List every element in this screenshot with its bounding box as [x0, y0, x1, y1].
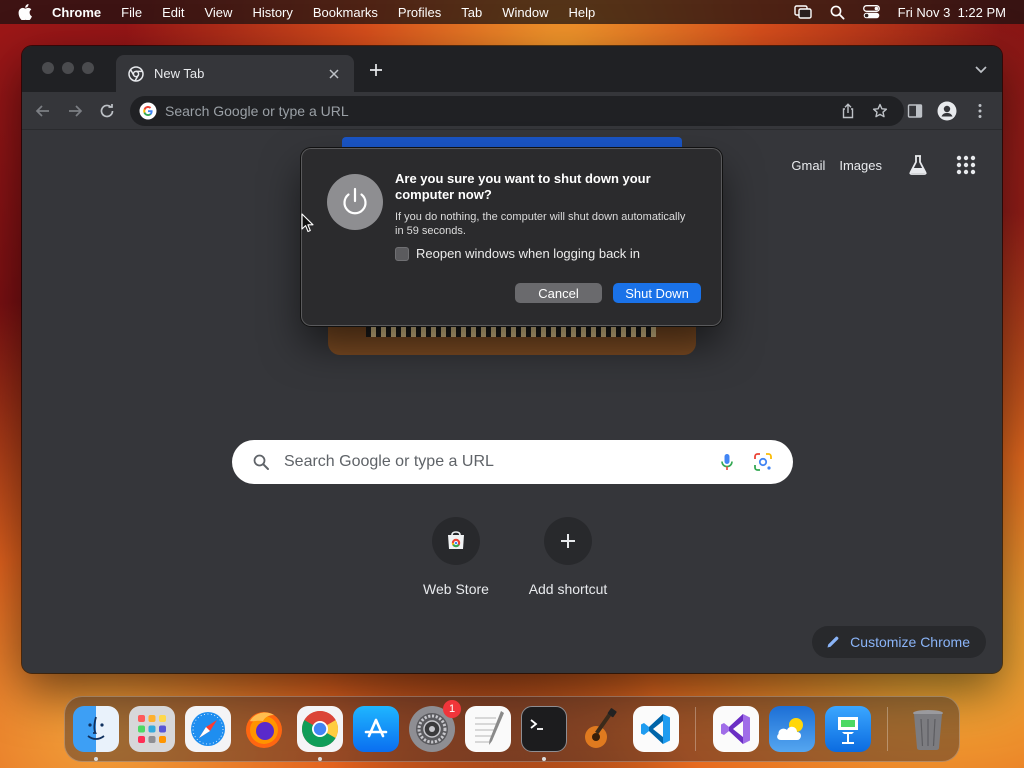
back-arrow-icon[interactable] [34, 102, 52, 120]
dock-firefox-icon[interactable] [241, 706, 287, 752]
omnibox-placeholder: Search Google or type a URL [165, 103, 349, 119]
chrome-menu-kebab-icon[interactable] [970, 101, 990, 121]
shut-down-button[interactable]: Shut Down [613, 283, 701, 303]
google-doodle-bottom[interactable] [328, 327, 696, 355]
settings-notification-badge: 1 [443, 700, 461, 718]
dock-finder-icon[interactable] [73, 706, 119, 752]
menu-file[interactable]: File [121, 5, 142, 20]
images-link[interactable]: Images [839, 158, 882, 173]
menu-bar: Chrome File Edit View History Bookmarks … [0, 0, 1024, 24]
tab-strip: New Tab [22, 46, 1002, 92]
screen-mirroring-icon[interactable] [793, 5, 812, 19]
shortcut-label: Add shortcut [528, 581, 608, 597]
customize-chrome-button[interactable]: Customize Chrome [812, 626, 986, 658]
menubar-clock[interactable]: Fri Nov 3 1:22 PM [898, 5, 1006, 20]
add-plus-icon [544, 517, 592, 565]
ntp-search-placeholder: Search Google or type a URL [284, 453, 494, 470]
ntp-search-box[interactable]: Search Google or type a URL [232, 440, 793, 484]
voice-search-mic-icon[interactable] [717, 452, 737, 472]
dock-keynote-icon[interactable] [825, 706, 871, 752]
menu-history[interactable]: History [252, 5, 292, 20]
dialog-info-text: If you do nothing, the computer will shu… [395, 211, 686, 237]
window-minimize-button[interactable] [62, 62, 74, 74]
customize-chrome-label: Customize Chrome [850, 634, 970, 650]
browser-toolbar: Search Google or type a URL [22, 92, 1002, 130]
reload-icon[interactable] [98, 102, 116, 120]
cancel-button[interactable]: Cancel [515, 283, 602, 303]
dock-chrome-icon[interactable] [297, 706, 343, 752]
google-g-icon [139, 102, 157, 120]
menu-view[interactable]: View [204, 5, 232, 20]
dialog-heading: Are you sure you want to shut down your … [395, 171, 651, 202]
window-zoom-button[interactable] [82, 62, 94, 74]
dock-safari-icon[interactable] [185, 706, 231, 752]
menu-edit[interactable]: Edit [162, 5, 184, 20]
menu-tab[interactable]: Tab [461, 5, 482, 20]
dock-garageband-icon[interactable] [577, 706, 623, 752]
menu-help[interactable]: Help [569, 5, 596, 20]
menu-profiles[interactable]: Profiles [398, 5, 441, 20]
control-center-icon[interactable] [862, 5, 880, 19]
tab-close-icon[interactable] [326, 66, 342, 82]
web-store-icon [432, 517, 480, 565]
dock-vscode-icon[interactable] [633, 706, 679, 752]
mouse-cursor-icon [301, 213, 315, 233]
google-apps-grid-icon[interactable] [954, 153, 978, 177]
menu-bookmarks[interactable]: Bookmarks [313, 5, 378, 20]
dock: 1 [64, 696, 960, 762]
shutdown-dialog: Are you sure you want to shut down your … [302, 149, 721, 325]
google-lens-icon[interactable] [753, 452, 773, 472]
dock-visual-studio-icon[interactable] [713, 706, 759, 752]
shortcut-add[interactable]: Add shortcut [512, 517, 624, 597]
reopen-windows-option[interactable]: Reopen windows when logging back in [395, 246, 640, 261]
chrome-favicon-icon [128, 65, 144, 82]
shortcut-web-store[interactable]: Web Store [400, 517, 512, 597]
tab-title: New Tab [154, 66, 205, 81]
labs-flask-icon[interactable] [906, 153, 930, 177]
profile-avatar-icon[interactable] [937, 101, 957, 121]
power-icon [327, 174, 383, 230]
omnibox[interactable]: Search Google or type a URL [130, 96, 904, 126]
gmail-link[interactable]: Gmail [791, 158, 825, 173]
bookmark-star-icon[interactable] [872, 103, 888, 119]
search-icon [252, 453, 270, 471]
dock-textedit-icon[interactable] [465, 706, 511, 752]
forward-arrow-icon[interactable] [66, 102, 84, 120]
shortcut-label: Web Store [423, 581, 489, 597]
ntp-top-links: Gmail Images [791, 153, 978, 177]
menu-app-name[interactable]: Chrome [52, 5, 101, 20]
window-close-button[interactable] [42, 62, 54, 74]
dock-trash-icon[interactable] [905, 706, 951, 752]
menu-window[interactable]: Window [502, 5, 548, 20]
side-panel-icon[interactable] [905, 101, 925, 121]
dock-system-settings-icon[interactable]: 1 [409, 700, 461, 752]
dock-weather-icon[interactable] [769, 706, 815, 752]
spotlight-search-icon[interactable] [830, 5, 845, 20]
tab-search-chevron-icon[interactable] [974, 62, 990, 76]
dock-launchpad-icon[interactable] [129, 706, 175, 752]
share-icon[interactable] [840, 103, 856, 119]
tab-new-tab[interactable]: New Tab [116, 55, 354, 92]
apple-menu-icon[interactable] [18, 4, 36, 20]
dock-app-store-icon[interactable] [353, 706, 399, 752]
dock-terminal-icon[interactable] [521, 706, 567, 752]
reopen-windows-checkbox[interactable] [395, 246, 409, 261]
chrome-window: New Tab Search Google or type a URL Gmai… [22, 46, 1002, 673]
pencil-icon [826, 635, 840, 649]
reopen-windows-label: Reopen windows when logging back in [416, 246, 641, 261]
new-tab-button[interactable] [366, 60, 386, 80]
